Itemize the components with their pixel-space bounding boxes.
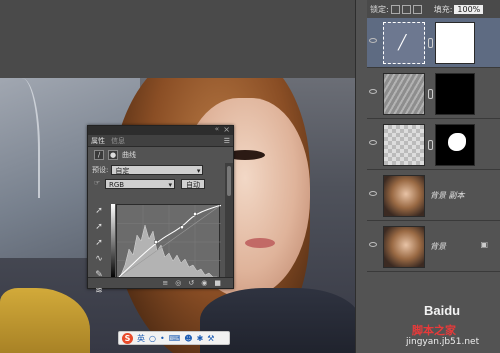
lock-label: 锁定:	[370, 4, 389, 14]
visibility-eye-icon[interactable]	[369, 242, 377, 247]
ime-toolbar: S 英 ○ • ⌨ ☻ ✱ ⚒	[118, 331, 230, 345]
adjustment-header: ∕ ● 曲线	[88, 147, 233, 163]
panel-titlebar[interactable]: « ×	[88, 125, 233, 135]
delete-icon[interactable]: ■	[214, 279, 221, 287]
preset-dropdown[interactable]: 自定	[111, 165, 204, 176]
black-point-eyedropper-icon[interactable]: ➚	[93, 205, 105, 217]
curves-adjustment-icon: ∕	[94, 150, 104, 160]
edit-points-icon[interactable]: ∿	[93, 253, 105, 265]
white-point-eyedropper-icon[interactable]: ➚	[93, 237, 105, 249]
mask-link-icon[interactable]	[428, 140, 433, 150]
baidu-watermark: Baidu	[424, 303, 461, 318]
view-previous-icon[interactable]: ◎	[175, 279, 181, 287]
layer-thumbnail	[383, 124, 425, 166]
visibility-eye-icon[interactable]	[369, 191, 377, 196]
lock-icon: ▣	[480, 240, 488, 249]
layer-thumbnail	[383, 73, 425, 115]
site-watermark-cn: 脚本之家	[412, 324, 456, 337]
preset-label: 预设:	[92, 166, 109, 174]
target-adjust-icon[interactable]: ☞	[92, 179, 102, 189]
lock-all-icon[interactable]	[412, 4, 422, 14]
layer-row-curves[interactable]	[367, 18, 500, 68]
curve-control-point[interactable]	[219, 205, 222, 207]
layer-row-shape[interactable]	[367, 120, 500, 170]
keyboard-icon[interactable]: ⌨	[169, 334, 181, 343]
panel-menu-icon[interactable]: ☰	[224, 137, 230, 145]
close-icon[interactable]: ×	[223, 125, 230, 134]
mask-link-icon[interactable]	[428, 38, 433, 48]
curves-adjustment-thumbnail	[383, 22, 425, 64]
layer-name[interactable]: 背景	[430, 241, 446, 252]
curve-control-point[interactable]	[154, 240, 158, 244]
punctuation-icon[interactable]: ○	[149, 334, 156, 343]
layer-mask-thumbnail[interactable]	[435, 73, 475, 115]
panel-bottom-bar: ≡ ◎ ↺ ◉ ■	[88, 277, 233, 288]
tab-properties[interactable]: 属性	[91, 136, 105, 146]
adjustment-title: 曲线	[122, 151, 136, 159]
output-gradient	[111, 204, 115, 278]
mask-icon[interactable]: ●	[108, 150, 118, 160]
lock-position-icon[interactable]	[401, 4, 411, 14]
curves-graph-svg[interactable]	[117, 205, 221, 279]
auto-button[interactable]: 自动	[181, 179, 205, 189]
gray-point-eyedropper-icon[interactable]: ➚	[93, 221, 105, 233]
layer-row-background[interactable]: 背景 ▣	[367, 222, 500, 272]
visibility-icon[interactable]: ◉	[201, 279, 207, 287]
layer-name[interactable]: 背景 副本	[430, 190, 465, 201]
layer-thumbnail	[383, 226, 425, 268]
skin-icon[interactable]: ✱	[197, 334, 204, 343]
visibility-eye-icon[interactable]	[369, 38, 377, 43]
panel-scrollbar[interactable]	[225, 163, 233, 278]
properties-panel: « × 属性 信息 ☰ ∕ ● 曲线 预设: 自定 ☞ RGB 自动 ➚ ➚ ➚…	[87, 125, 234, 296]
site-watermark-url: jingyan.jb51.net	[406, 337, 480, 347]
fill-input[interactable]: 100%	[454, 4, 484, 14]
photoshop-window: 锁定: 填充: 100% 背景 副本 背景 ▣ Baidu 脚本之家 jingy…	[0, 0, 500, 353]
mask-link-icon[interactable]	[428, 89, 433, 99]
panel-tabs: 属性 信息 ☰	[88, 135, 233, 147]
clip-to-layer-icon[interactable]: ≡	[162, 279, 168, 287]
visibility-eye-icon[interactable]	[369, 89, 377, 94]
curves-graph[interactable]	[116, 204, 221, 279]
symbol-icon[interactable]: •	[160, 334, 165, 343]
layer-thumbnail	[383, 175, 425, 217]
layer-mask-thumbnail[interactable]	[435, 124, 475, 166]
tools-icon[interactable]: ⚒	[207, 334, 214, 343]
visibility-eye-icon[interactable]	[369, 140, 377, 145]
collapse-icon[interactable]: «	[215, 125, 219, 133]
layer-mask-thumbnail[interactable]	[435, 22, 475, 64]
curve-control-point[interactable]	[180, 225, 184, 229]
channel-row: ☞ RGB 自动	[88, 177, 233, 191]
layer-row-background-copy[interactable]: 背景 副本	[367, 171, 500, 221]
ime-language[interactable]: 英	[137, 333, 145, 344]
layers-options-bar: 锁定: 填充: 100%	[367, 0, 500, 18]
preset-row: 预设: 自定	[88, 163, 233, 177]
layer-row-texture[interactable]	[367, 69, 500, 119]
reset-icon[interactable]: ↺	[188, 279, 194, 287]
user-icon[interactable]: ☻	[184, 334, 192, 343]
sogou-logo-icon[interactable]: S	[122, 332, 133, 344]
curve-control-point[interactable]	[193, 212, 197, 216]
lock-pixels-icon[interactable]	[390, 4, 400, 14]
tab-info[interactable]: 信息	[111, 136, 125, 146]
fill-label: 填充:	[433, 4, 453, 14]
channel-dropdown[interactable]: RGB	[105, 179, 175, 190]
